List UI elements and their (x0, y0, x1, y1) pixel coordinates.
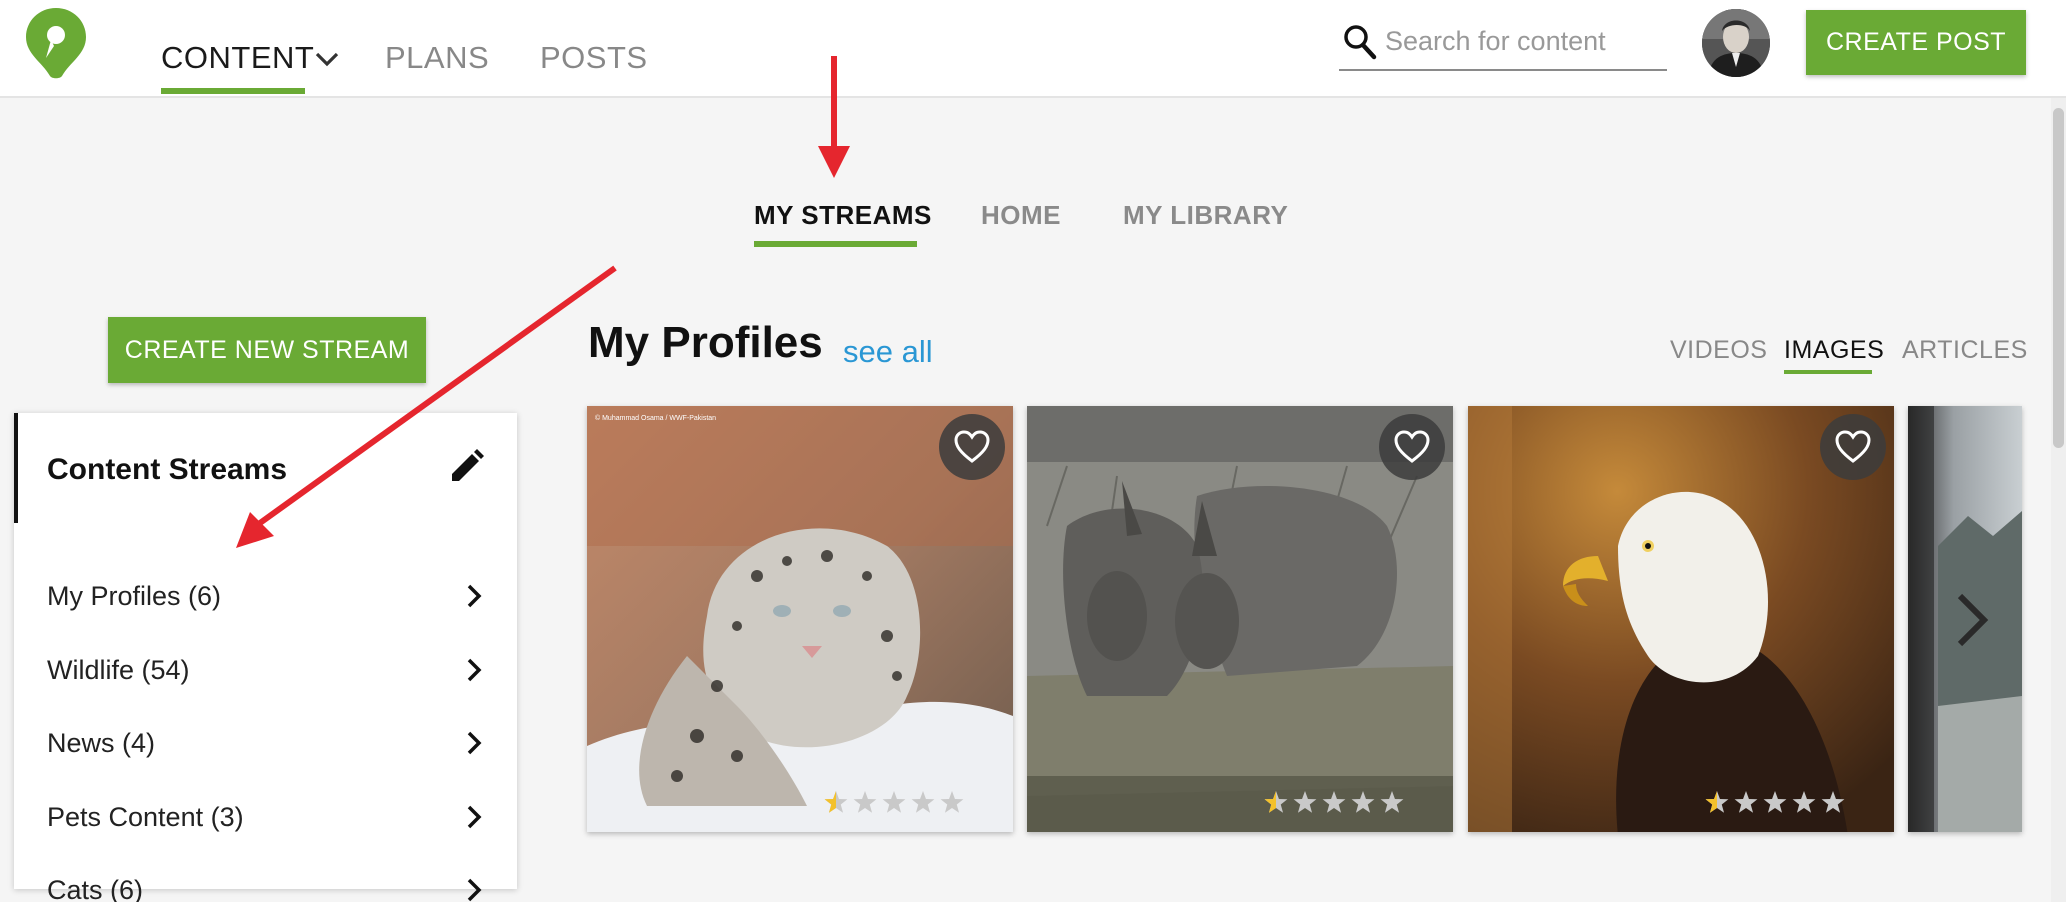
create-post-button[interactable]: CREATE POST (1806, 10, 2026, 75)
star-icon[interactable] (1380, 791, 1404, 813)
panel-accent-bar (14, 413, 18, 523)
top-navigation-bar: CONTENT PLANS POSTS CREATE POST (0, 0, 2066, 98)
star-rating[interactable] (823, 790, 993, 816)
stream-item-cats[interactable]: Cats (6) (14, 853, 517, 902)
chevron-right-icon (467, 584, 482, 608)
content-card[interactable] (1027, 406, 1453, 832)
star-icon[interactable] (1792, 791, 1816, 813)
stream-item-pets-content[interactable]: Pets Content (3) (14, 780, 517, 854)
star-icon[interactable] (882, 791, 906, 813)
stream-item-my-profiles[interactable]: My Profiles (6) (14, 559, 517, 633)
star-icon[interactable] (853, 791, 877, 813)
filter-images[interactable]: IMAGES (1784, 336, 1885, 374)
section-title: My Profiles (588, 318, 823, 367)
heart-icon (1835, 430, 1871, 463)
star-icon[interactable] (1322, 791, 1346, 813)
tab-my-streams[interactable]: MY STREAMS (754, 200, 932, 247)
tab-home[interactable]: HOME (981, 200, 1061, 231)
search-box (1339, 18, 1667, 71)
chevron-right-icon (467, 658, 482, 682)
favorite-button[interactable] (1379, 414, 1445, 480)
favorite-button[interactable] (1820, 414, 1886, 480)
star-rating[interactable] (1704, 790, 1874, 816)
content-streams-panel: Content Streams My Profiles (6) Wildlife… (14, 413, 517, 902)
nav-content-label: CONTENT (161, 40, 315, 75)
active-tab-indicator (161, 88, 305, 94)
avatar[interactable] (1702, 9, 1770, 77)
heart-icon (1394, 430, 1430, 463)
star-icon[interactable] (1821, 791, 1845, 813)
nav-plans[interactable]: PLANS (385, 40, 489, 76)
star-icon[interactable] (824, 791, 848, 813)
star-icon[interactable] (1293, 791, 1317, 813)
stream-item-label: Pets Content (3) (47, 802, 244, 832)
see-all-link[interactable]: see all (843, 334, 933, 370)
star-icon[interactable] (1351, 791, 1375, 813)
stream-item-label: News (4) (47, 728, 156, 758)
filter-images-label: IMAGES (1784, 336, 1885, 364)
panel-title: Content Streams (47, 453, 288, 486)
content-card[interactable] (1468, 406, 1894, 832)
active-tab-indicator (754, 241, 917, 247)
search-input[interactable] (1385, 22, 1655, 60)
stream-item-label: Wildlife (54) (47, 655, 190, 685)
heart-icon (954, 430, 990, 463)
stream-item-wildlife[interactable]: Wildlife (54) (14, 633, 517, 707)
chevron-down-icon[interactable] (314, 50, 340, 68)
nav-content[interactable]: CONTENT (161, 40, 315, 94)
chevron-right-icon (467, 878, 482, 902)
chevron-right-icon (467, 805, 482, 829)
active-filter-indicator (1784, 370, 1872, 374)
filter-videos[interactable]: VIDEOS (1670, 336, 1767, 365)
star-icon[interactable] (911, 791, 935, 813)
tab-my-library[interactable]: MY LIBRARY (1123, 200, 1288, 231)
star-icon[interactable] (1264, 791, 1288, 813)
search-icon[interactable] (1343, 24, 1377, 60)
pencil-icon[interactable] (446, 447, 486, 487)
star-rating[interactable] (1263, 790, 1433, 816)
filter-articles[interactable]: ARTICLES (1902, 336, 2028, 365)
stream-item-label: Cats (6) (47, 875, 144, 902)
nav-posts[interactable]: POSTS (540, 40, 648, 76)
stream-item-news[interactable]: News (4) (14, 706, 517, 780)
scrollbar-thumb[interactable] (2053, 108, 2064, 448)
star-icon[interactable] (1763, 791, 1787, 813)
image-caption: © Muhammad Osama / WWF-Pakistan (595, 414, 716, 422)
page-scrollbar[interactable] (2051, 98, 2066, 902)
favorite-button[interactable] (939, 414, 1005, 480)
stream-item-label: My Profiles (6) (47, 581, 222, 611)
chevron-right-icon (467, 731, 482, 755)
star-icon[interactable] (940, 791, 964, 813)
star-icon[interactable] (1705, 791, 1729, 813)
content-card[interactable]: © Muhammad Osama / WWF-Pakistan (587, 406, 1013, 832)
create-new-stream-button[interactable]: CREATE NEW STREAM (108, 317, 426, 383)
next-arrow-icon[interactable] (1952, 590, 1992, 650)
logo-icon[interactable] (24, 6, 88, 80)
tab-my-streams-label: MY STREAMS (754, 200, 932, 230)
star-icon[interactable] (1734, 791, 1758, 813)
